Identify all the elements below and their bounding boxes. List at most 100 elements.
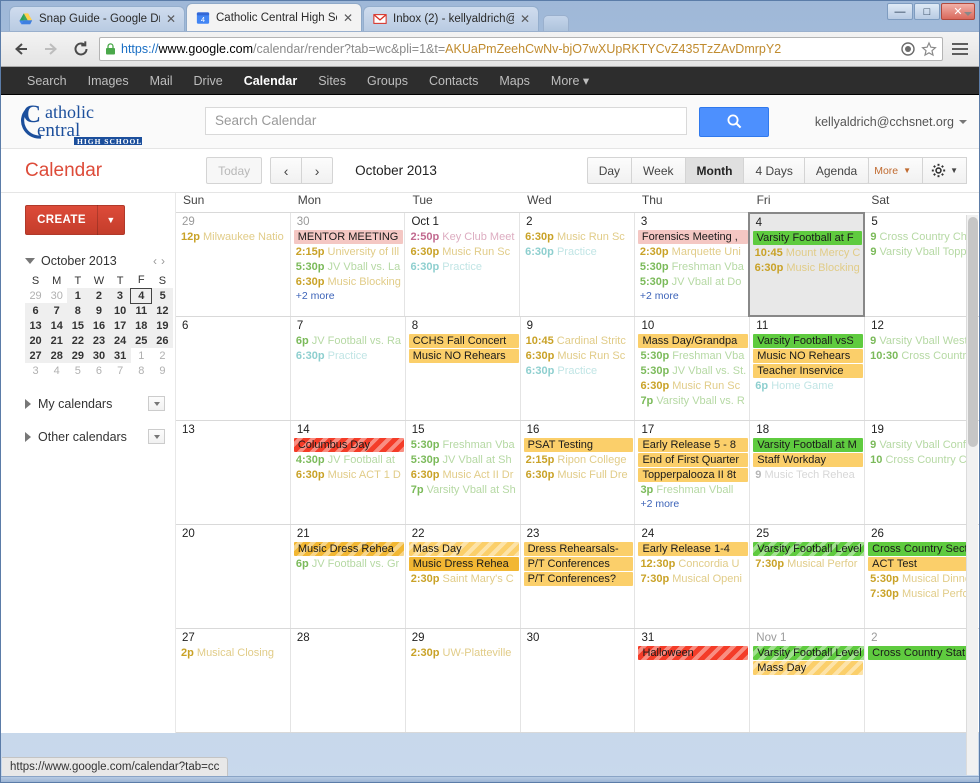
- calendar-event[interactable]: 6:30p Music Run Sc: [638, 379, 748, 393]
- calendar-event[interactable]: P/T Conferences: [523, 557, 634, 571]
- create-event-button[interactable]: CREATE ▼: [25, 205, 125, 235]
- sidebar-my-calendars[interactable]: My calendars: [25, 396, 165, 411]
- mini-cal-day[interactable]: 3: [109, 288, 131, 303]
- day-cell[interactable]: 2 6:30p Music Run Sc 6:30p Practice: [519, 213, 634, 316]
- mini-cal-day[interactable]: 11: [130, 303, 152, 318]
- calendar-event[interactable]: 6:30p Music ACT 1 D: [294, 468, 404, 482]
- day-cell[interactable]: 31 Halloween: [634, 629, 749, 732]
- calendar-event[interactable]: 3p Freshman Vball: [638, 483, 748, 497]
- day-cell[interactable]: 25Varsity Football Level 1 Playoffs7:30p…: [749, 525, 865, 628]
- mini-cal-day[interactable]: 4: [46, 363, 67, 378]
- scrollbar-thumb[interactable]: [968, 217, 978, 447]
- mini-cal-day[interactable]: 4: [130, 287, 153, 304]
- calendar-event[interactable]: 10 Cross Country Co: [868, 453, 978, 467]
- calendar-event[interactable]: 6:30p Music Run Sc: [408, 245, 518, 259]
- day-cell[interactable]: 14 Columbus Day 4:30p JV Football at 6:30p …: [289, 421, 405, 524]
- maximize-button[interactable]: □: [914, 3, 940, 20]
- calendar-event[interactable]: Topperpalooza II 8t: [638, 468, 749, 482]
- mini-cal-day[interactable]: 1: [67, 288, 89, 303]
- mini-cal-day[interactable]: 26: [151, 333, 173, 348]
- calendar-event[interactable]: Early Release 5 - 8: [638, 438, 749, 452]
- gnav-calendar[interactable]: Calendar: [244, 74, 298, 88]
- mini-cal-day[interactable]: 23: [88, 333, 110, 348]
- mini-cal-day[interactable]: 13: [25, 318, 47, 333]
- day-cell[interactable]: 23 Dress Rehearsals- P/T Conferences P/T Co…: [519, 525, 635, 628]
- day-cell[interactable]: 30: [519, 629, 635, 732]
- mini-cal-day[interactable]: 18: [130, 318, 152, 333]
- day-cell[interactable]: 27 2p Musical Closing: [176, 629, 290, 732]
- mini-cal-day[interactable]: 31: [109, 348, 131, 363]
- calendar-event[interactable]: 4:30p JV Football at: [294, 453, 404, 467]
- day-cell[interactable]: 16 PSAT Testing 2:15p Ripon College 6:30p M…: [519, 421, 635, 524]
- calendar-event[interactable]: End of First Quarter: [638, 453, 749, 467]
- day-cell[interactable]: 17 Early Release 5 - 8 End of First Quarte…: [634, 421, 749, 524]
- mini-cal-day[interactable]: 6: [25, 303, 47, 318]
- calendar-event[interactable]: 6:30p Practice: [294, 349, 404, 363]
- more-events-link[interactable]: +2 more: [635, 497, 749, 511]
- day-number[interactable]: Nov 1: [750, 631, 864, 645]
- calendar-event[interactable]: 5:30p Freshman Vba: [638, 349, 748, 363]
- calendar-event[interactable]: 10:45 Cardinal Stritc: [524, 334, 634, 348]
- calendar-event[interactable]: Music Dress Rehea: [408, 557, 519, 571]
- other-calendars-menu-button[interactable]: [148, 429, 165, 444]
- calendar-event[interactable]: Music Dress Rehea: [293, 542, 404, 556]
- calendar-event[interactable]: Varsity Football at F: [752, 231, 863, 245]
- calendar-event[interactable]: 9 Varsity Vball Toppe: [868, 245, 978, 259]
- day-number[interactable]: 23: [521, 527, 635, 541]
- day-cell[interactable]: 29 2:30p UW-Platteville: [404, 629, 520, 732]
- back-icon[interactable]: [9, 37, 33, 61]
- more-events-link[interactable]: +2 more: [635, 289, 749, 303]
- mini-cal-day[interactable]: 3: [25, 363, 46, 378]
- calendar-event[interactable]: Halloween: [638, 646, 749, 660]
- calendar-event[interactable]: MENTOR MEETING: [293, 230, 404, 244]
- calendar-event[interactable]: 6:30p Music Act II Dr: [409, 468, 519, 482]
- calendar-event[interactable]: 12p Milwaukee Natio: [179, 230, 289, 244]
- calendar-event[interactable]: 6:30p Music Blocking: [294, 275, 404, 289]
- day-number[interactable]: 29: [406, 631, 520, 645]
- calendar-event[interactable]: 7:30p Musical Perfor: [753, 557, 863, 571]
- mini-next-button[interactable]: ›: [161, 254, 165, 268]
- day-number[interactable]: 28: [291, 631, 405, 645]
- gnav-maps[interactable]: Maps: [499, 74, 530, 88]
- gnav-more[interactable]: More ▾: [551, 73, 589, 88]
- day-cell[interactable]: 12 9 Varsity Vball Westo 10:30 Cross Count…: [864, 317, 979, 420]
- day-cell[interactable]: 59 Cross Country Cho 9 Varsity Vball Topp…: [864, 213, 979, 316]
- day-number[interactable]: 21: [291, 527, 405, 541]
- day-cell[interactable]: 10 Mass Day/Grandpa 5:30p Freshman Vba 5:30…: [634, 317, 749, 420]
- calendar-event[interactable]: 7:30p Musical Openi: [638, 572, 748, 586]
- mini-prev-button[interactable]: ‹: [153, 254, 157, 268]
- calendar-event[interactable]: 5:30p JV Vball at Do: [638, 275, 748, 289]
- day-number[interactable]: 30: [521, 631, 635, 645]
- search-options-caret-icon[interactable]: [964, 12, 972, 16]
- calendar-event[interactable]: Mass Day: [408, 542, 519, 556]
- calendar-event[interactable]: Columbus Day: [293, 438, 404, 452]
- day-number[interactable]: 27: [176, 631, 290, 645]
- calendar-event[interactable]: 6:30p Practice: [524, 364, 634, 378]
- calendar-event[interactable]: Staff Workday: [753, 453, 864, 467]
- mini-cal-day[interactable]: 14: [46, 318, 68, 333]
- mini-cal-day[interactable]: 2: [88, 288, 110, 303]
- gnav-sites[interactable]: Sites: [318, 74, 346, 88]
- view-week-button[interactable]: Week: [631, 157, 686, 184]
- day-cell[interactable]: 7 6p JV Football vs. Ra 6:30p Practice: [289, 317, 405, 420]
- account-menu[interactable]: kellyaldrich@cchsnet.org: [815, 115, 967, 129]
- day-number[interactable]: 15: [406, 423, 520, 437]
- calendar-event[interactable]: 2:50p Key Club Meet: [408, 230, 518, 244]
- day-number[interactable]: 29: [176, 215, 290, 229]
- day-number[interactable]: 11: [750, 319, 864, 333]
- day-number[interactable]: 17: [635, 423, 749, 437]
- search-input[interactable]: Search Calendar: [205, 106, 687, 135]
- bookmark-star-icon[interactable]: [921, 41, 937, 57]
- day-cell[interactable]: 22 Mass Day Music Dress Rehea 2:30p Saint M…: [404, 525, 520, 628]
- day-cell[interactable]: Oct 1 2:50p Key Club Meet 6:30p Music Run …: [404, 213, 519, 316]
- calendar-event[interactable]: Varsity Football Level 1 Playoffs: [753, 542, 865, 556]
- day-number[interactable]: 10: [635, 319, 749, 333]
- day-number[interactable]: 4: [750, 216, 864, 230]
- next-period-button[interactable]: ›: [301, 157, 334, 184]
- day-cell[interactable]: 6: [176, 317, 290, 420]
- calendar-event[interactable]: P/T Conferences?: [523, 572, 634, 586]
- day-number[interactable]: 20: [176, 527, 290, 541]
- calendar-event[interactable]: Mass Day/Grandpa: [638, 334, 749, 348]
- mini-cal-day[interactable]: 6: [88, 363, 109, 378]
- calendar-event[interactable]: 2:30p UW-Platteville: [409, 646, 519, 660]
